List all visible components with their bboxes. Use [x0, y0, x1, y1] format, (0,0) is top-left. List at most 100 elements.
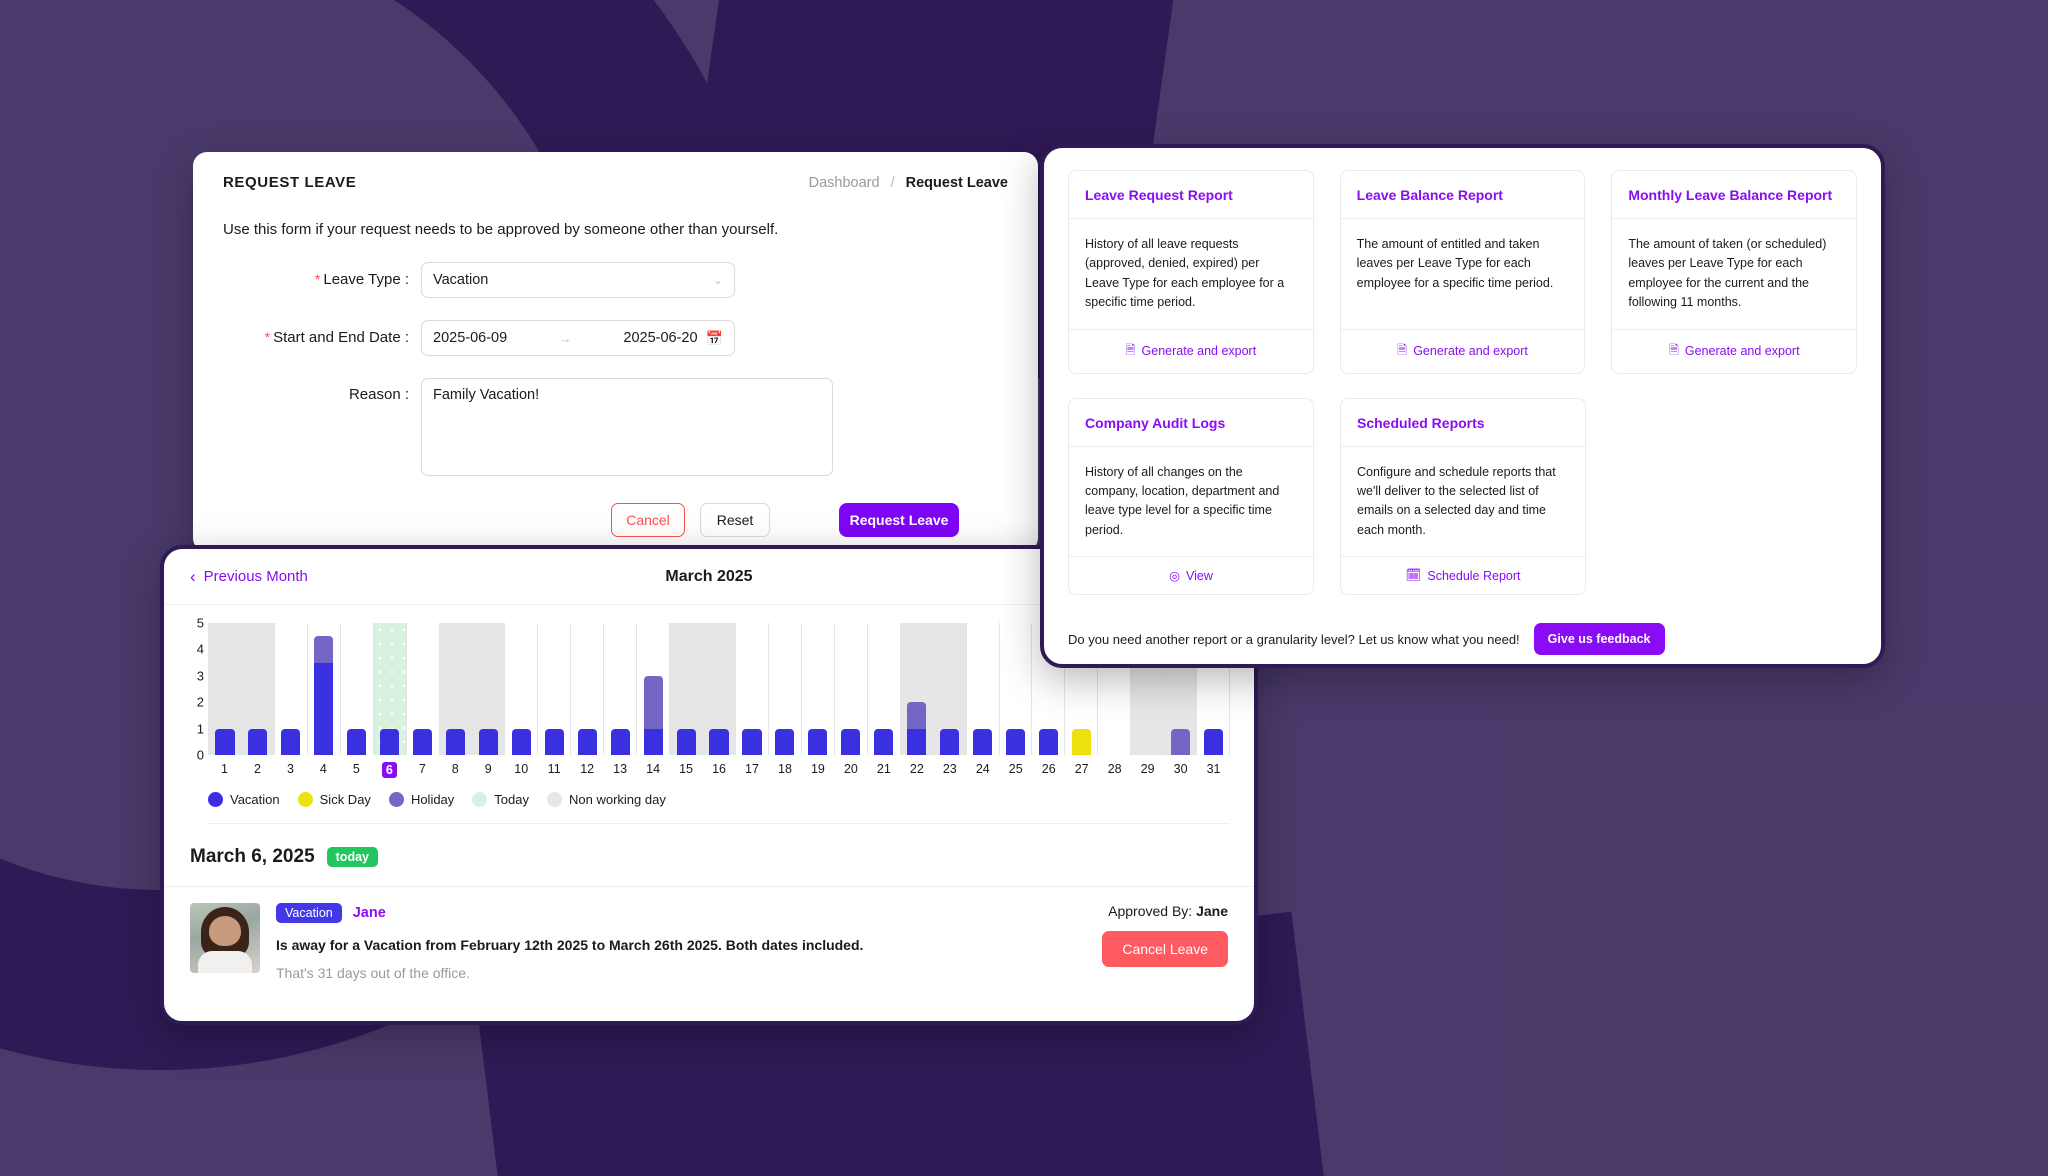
report-card-action[interactable]: 🗓 Schedule Report	[1341, 556, 1585, 594]
report-card-action[interactable]: 🗎 Generate and export	[1340, 328, 1585, 373]
chart-day-column[interactable]	[868, 623, 901, 755]
chart-bar[interactable]	[347, 728, 367, 755]
chart-day-column[interactable]	[802, 623, 835, 755]
chart-bar[interactable]	[972, 728, 993, 755]
chart-day-column[interactable]	[373, 623, 407, 755]
report-card-leave-request[interactable]: Leave Request Report History of all leav…	[1068, 170, 1314, 374]
cancel-leave-button[interactable]: Cancel Leave	[1102, 931, 1228, 967]
report-card-company-audit-logs[interactable]: Company Audit Logs History of all change…	[1068, 397, 1314, 595]
chart-bar[interactable]	[709, 728, 729, 755]
chart-x-tick[interactable]: 2	[241, 762, 274, 778]
chart-x-tick[interactable]: 3	[274, 762, 307, 778]
chart-day-column[interactable]	[341, 623, 374, 755]
chart-bar[interactable]	[544, 728, 564, 755]
chart-x-tick[interactable]: 9	[472, 762, 505, 778]
chart-day-column[interactable]	[275, 623, 308, 755]
chart-x-tick[interactable]: 25	[999, 762, 1032, 778]
chart-day-column[interactable]	[670, 623, 704, 755]
chart-bar[interactable]	[1203, 728, 1223, 755]
chart-x-tick[interactable]: 22	[900, 762, 933, 778]
chart-x-tick[interactable]: 14	[637, 762, 670, 778]
chart-x-tick[interactable]: 17	[736, 762, 769, 778]
chart-x-tick[interactable]: 16	[703, 762, 736, 778]
chart-x-tick[interactable]: 6	[373, 762, 406, 778]
report-card-action[interactable]: 🗎 Generate and export	[1612, 328, 1857, 373]
chart-day-column[interactable]	[407, 623, 440, 755]
chart-day-column[interactable]	[1000, 623, 1033, 755]
chart-x-tick[interactable]: 18	[768, 762, 801, 778]
chart-x-tick[interactable]: 30	[1164, 762, 1197, 778]
chart-bar[interactable]	[841, 728, 861, 755]
chart-day-column[interactable]	[736, 623, 769, 755]
chart-day-column[interactable]	[505, 623, 539, 755]
chart-x-tick[interactable]: 4	[307, 762, 340, 778]
report-card-action[interactable]: 🗎 Generate and export	[1069, 328, 1313, 373]
chart-bar[interactable]	[907, 702, 927, 755]
report-card-leave-balance[interactable]: Leave Balance Report The amount of entit…	[1339, 170, 1586, 374]
chart-day-column[interactable]	[637, 623, 671, 755]
start-date-input[interactable]: 2025-06-09	[433, 330, 507, 346]
chart-day-column[interactable]	[604, 623, 638, 755]
reset-button[interactable]: Reset	[700, 503, 770, 537]
chart-x-tick[interactable]: 10	[505, 762, 538, 778]
request-leave-submit-button[interactable]: Request Leave	[839, 503, 959, 537]
report-card-action[interactable]: ◎ View	[1069, 556, 1313, 594]
chart-bar[interactable]	[1170, 728, 1190, 755]
report-card-monthly-leave-balance[interactable]: Monthly Leave Balance Report The amount …	[1611, 170, 1858, 374]
chart-bar[interactable]	[1005, 728, 1026, 755]
chart-bar[interactable]	[775, 728, 795, 755]
chart-x-tick[interactable]: 1	[208, 762, 241, 778]
chart-x-tick[interactable]: 31	[1197, 762, 1230, 778]
chart-x-tick[interactable]: 21	[867, 762, 900, 778]
cancel-button[interactable]: Cancel	[611, 503, 685, 537]
chart-bar[interactable]	[281, 728, 301, 755]
chart-day-column[interactable]	[209, 623, 242, 755]
chart-x-tick[interactable]: 23	[933, 762, 966, 778]
chart-x-tick[interactable]: 24	[966, 762, 999, 778]
chart-bar[interactable]	[445, 728, 466, 755]
end-date-input[interactable]: 2025-06-20	[623, 330, 697, 346]
chart-bar[interactable]	[643, 675, 663, 755]
chart-bar[interactable]	[478, 728, 499, 755]
chart-x-tick[interactable]: 28	[1098, 762, 1131, 778]
chart-bar[interactable]	[610, 728, 630, 755]
chart-bar[interactable]	[511, 728, 531, 755]
chart-x-tick[interactable]: 7	[406, 762, 439, 778]
chart-x-tick[interactable]: 29	[1131, 762, 1164, 778]
chart-bar[interactable]	[874, 728, 894, 755]
chart-x-tick[interactable]: 20	[834, 762, 867, 778]
chart-day-column[interactable]	[703, 623, 736, 755]
chart-x-tick[interactable]: 11	[538, 762, 571, 778]
chart-x-tick[interactable]: 5	[340, 762, 373, 778]
chart-day-column[interactable]	[308, 623, 341, 755]
chart-bar[interactable]	[1071, 728, 1091, 755]
date-range-picker[interactable]: 2025-06-09 → 2025-06-20 📅	[421, 320, 735, 356]
chart-x-tick[interactable]: 12	[571, 762, 604, 778]
report-card-scheduled-reports[interactable]: Scheduled Reports Configure and schedule…	[1340, 397, 1586, 595]
chart-day-column[interactable]	[967, 623, 1000, 755]
give-us-feedback-button[interactable]: Give us feedback	[1533, 623, 1665, 655]
chart-bar[interactable]	[413, 728, 433, 755]
chart-bar[interactable]	[1038, 728, 1058, 755]
chart-bar[interactable]	[808, 728, 828, 755]
chart-x-tick[interactable]: 26	[1032, 762, 1065, 778]
leave-type-select[interactable]: Vacation ⌄	[421, 262, 735, 298]
chart-day-column[interactable]	[769, 623, 802, 755]
chart-day-column[interactable]	[571, 623, 605, 755]
employee-name-link[interactable]: Jane	[353, 905, 386, 921]
chart-bar[interactable]	[940, 728, 960, 755]
chart-x-tick[interactable]: 27	[1065, 762, 1098, 778]
chart-bar[interactable]	[577, 728, 597, 755]
chart-day-column[interactable]	[538, 623, 572, 755]
previous-month-button[interactable]: ‹ Previous Month	[190, 568, 308, 585]
chart-bar[interactable]	[676, 728, 696, 755]
chart-bar[interactable]	[248, 728, 268, 755]
chart-day-column[interactable]	[835, 623, 868, 755]
chart-day-column[interactable]	[472, 623, 506, 755]
chart-day-column[interactable]	[241, 623, 275, 755]
chart-x-tick[interactable]: 8	[439, 762, 472, 778]
chart-day-column[interactable]	[933, 623, 967, 755]
chart-bar[interactable]	[314, 636, 334, 755]
chart-bar[interactable]	[215, 728, 235, 755]
chart-day-column[interactable]	[900, 623, 934, 755]
